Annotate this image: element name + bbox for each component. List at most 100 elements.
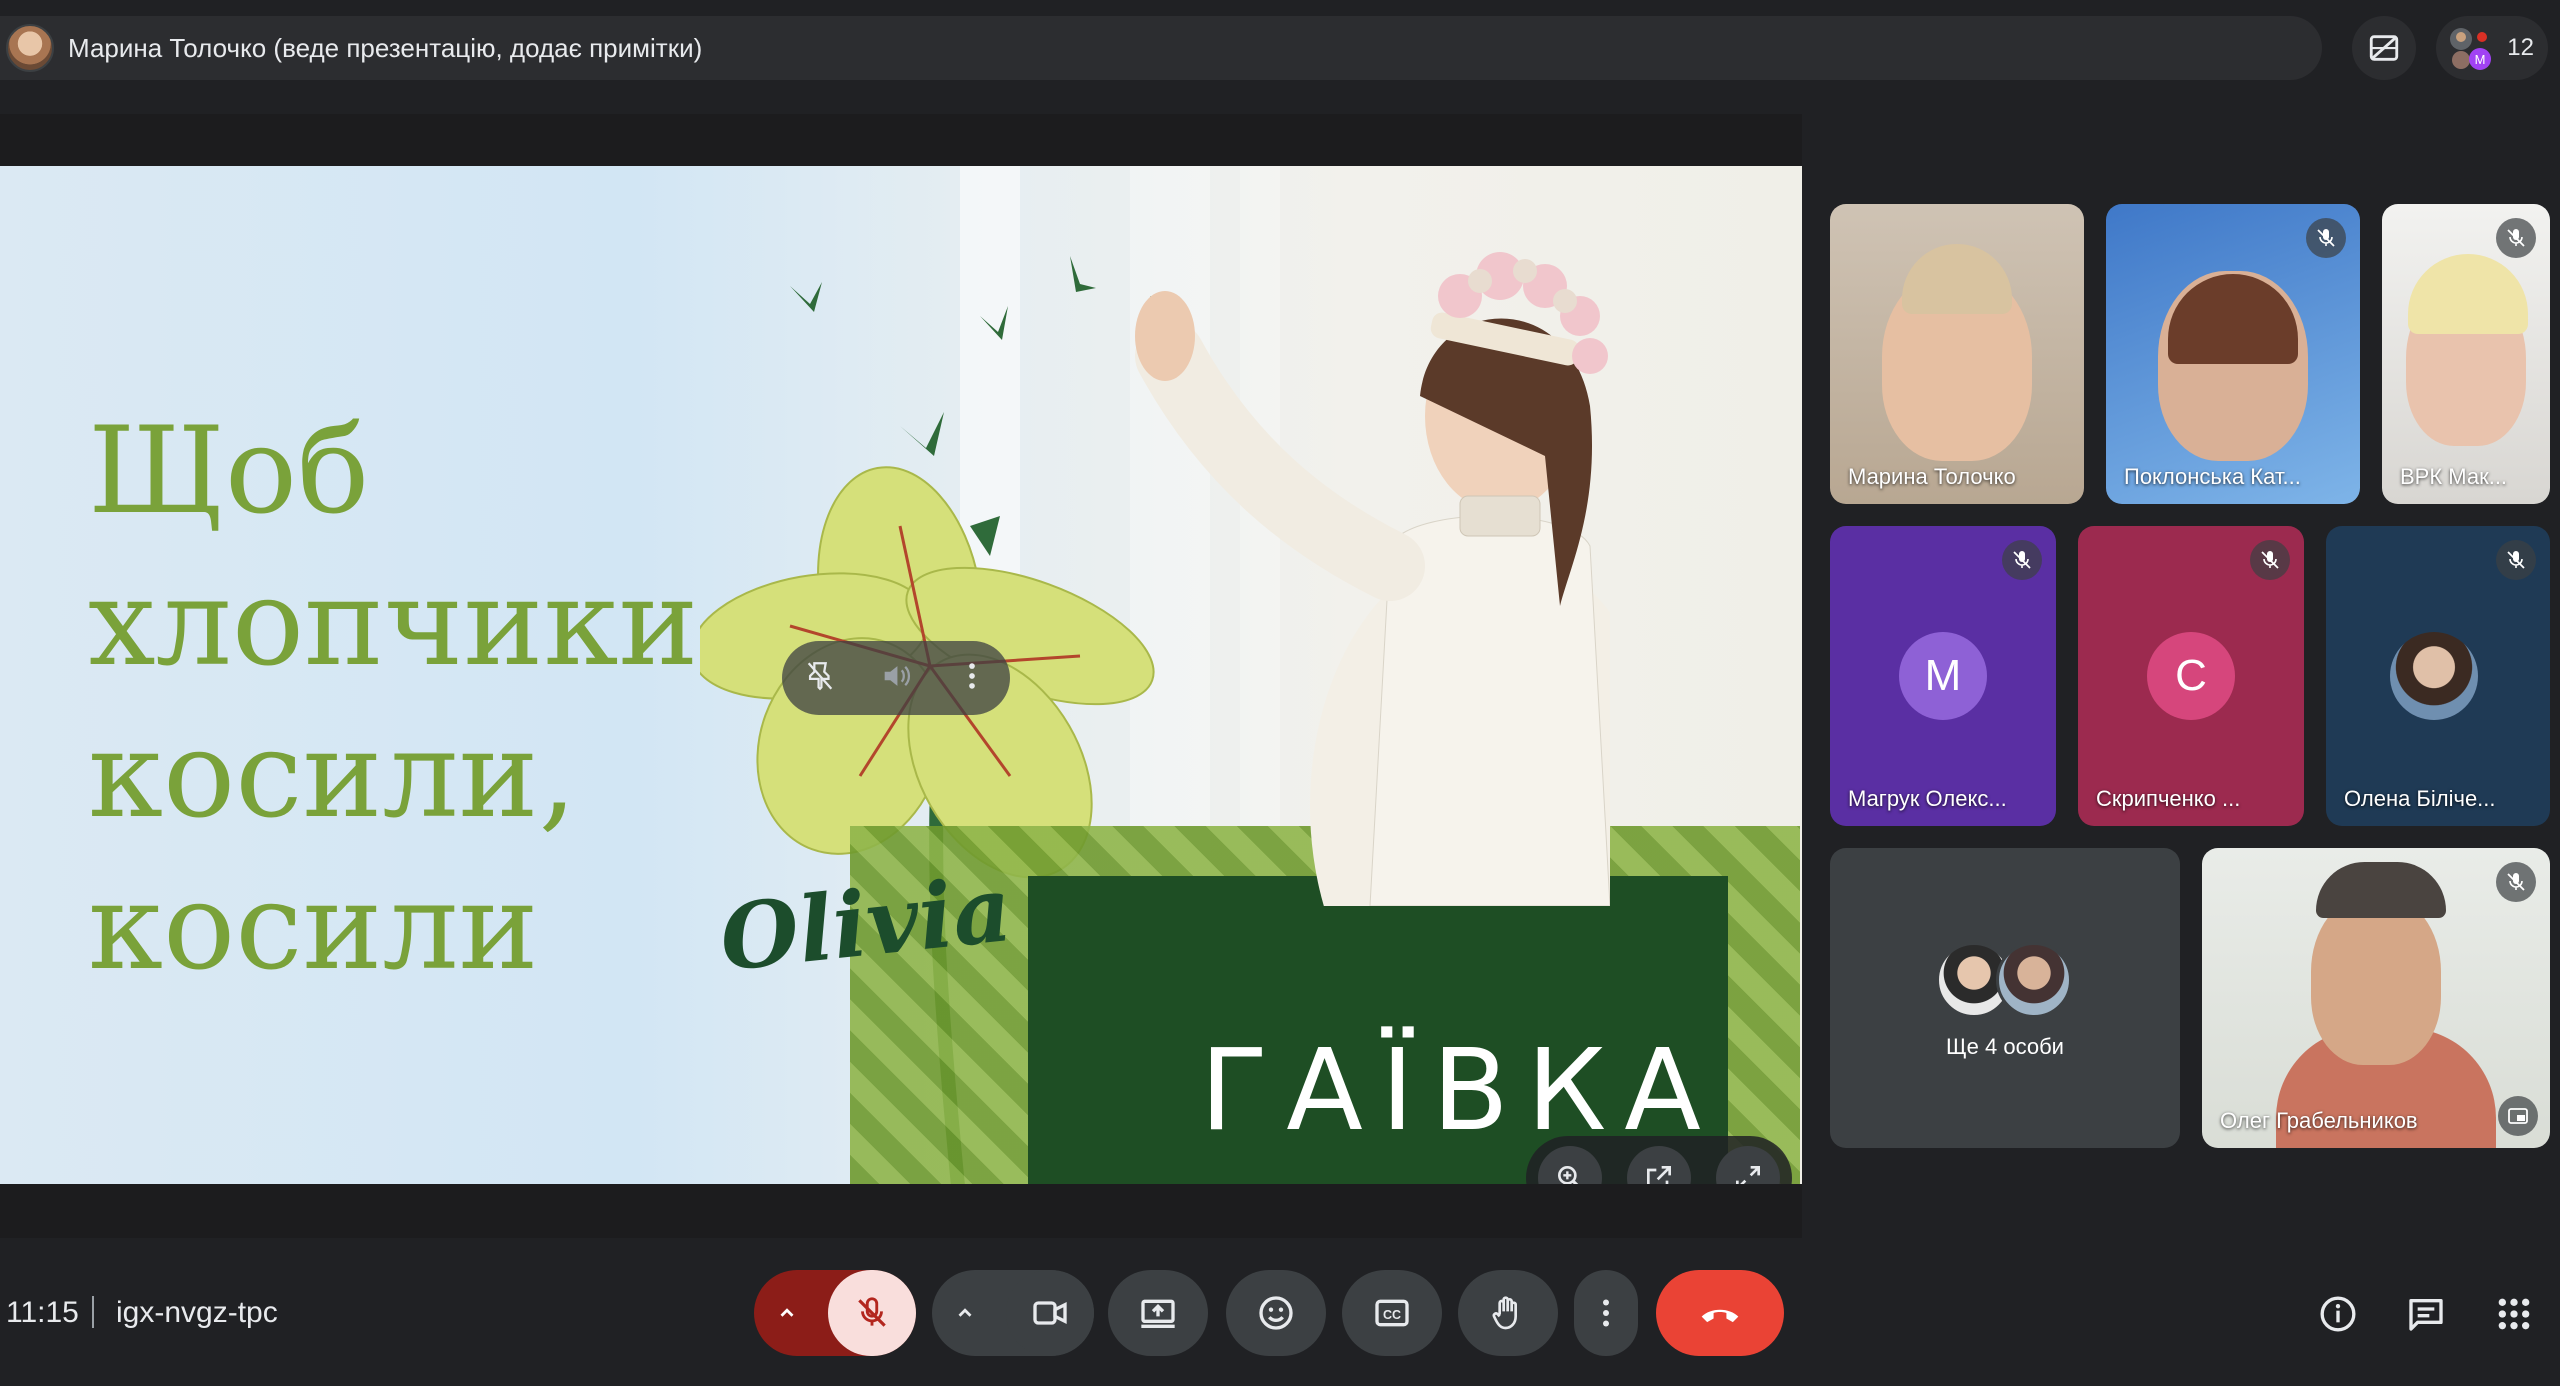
participants-button[interactable]: M 12 <box>2436 16 2548 80</box>
camera-control-group <box>932 1270 1094 1356</box>
pop-out-button[interactable] <box>1626 1146 1691 1184</box>
video-options-button[interactable] <box>932 1302 998 1324</box>
mic-toggle-button[interactable] <box>828 1270 916 1356</box>
girl-illustration <box>1135 252 1610 906</box>
zoom-in-icon <box>1558 1166 1579 1184</box>
volume-icon <box>884 665 911 686</box>
participant-name: Марина Толочко <box>1848 464 2016 489</box>
slide-line: косили <box>88 858 539 997</box>
participant-hair <box>2408 254 2528 334</box>
slide-line: косили, <box>88 706 577 845</box>
mic-off-icon <box>2507 551 2525 569</box>
chat-button[interactable] <box>2394 1282 2458 1346</box>
participants-count: 12 <box>2507 34 2534 61</box>
participant-tile[interactable]: Олена Біліче... <box>2326 526 2550 826</box>
present-icon <box>1141 1299 1175 1328</box>
pin-off-icon <box>807 661 833 690</box>
participant-hair <box>2316 862 2446 918</box>
camera-toggle-button[interactable] <box>1006 1270 1094 1356</box>
pop-out-icon <box>1646 1166 1671 1184</box>
chevron-up-icon <box>780 1308 794 1317</box>
meeting-details-button[interactable] <box>2306 1282 2370 1346</box>
more-vert-icon <box>969 662 975 689</box>
more-participants-label: Ще 4 особи <box>1946 1034 2064 1059</box>
muted-indicator <box>2002 540 2042 580</box>
participant-tile[interactable]: С Скрипченко ... <box>2078 526 2304 826</box>
raise-hand-icon <box>1492 1296 1517 1330</box>
zoom-button[interactable] <box>1538 1146 1603 1184</box>
hide-tiles-button[interactable] <box>2352 16 2416 80</box>
info-icon <box>2320 1296 2356 1332</box>
captions-icon: CC <box>1375 1299 1409 1327</box>
participant-avatar: М <box>1899 632 1987 720</box>
presenter-text: Марина Толочко (веде презентацію, додає … <box>68 32 703 63</box>
participant-name: Магрук Олекс... <box>1848 786 2007 811</box>
participant-name: Олег Грабельников <box>2220 1108 2418 1133</box>
picture-in-picture-icon <box>2508 1108 2528 1124</box>
participant-hair <box>1902 244 2012 314</box>
fullscreen-icon <box>1735 1166 1760 1184</box>
reactions-button[interactable] <box>1226 1270 1326 1356</box>
participant-name: Олена Біліче... <box>2344 786 2496 811</box>
muted-indicator <box>2250 540 2290 580</box>
slide-line: хлопчики <box>88 554 699 693</box>
more-vert-icon <box>1603 1299 1609 1327</box>
participant-name: Поклонська Кат... <box>2124 464 2301 489</box>
muted-indicator <box>2496 862 2536 902</box>
svg-text:M: M <box>2475 52 2486 67</box>
presentation-tools <box>1526 1136 1792 1184</box>
more-options-button[interactable] <box>1574 1270 1638 1356</box>
mic-off-icon <box>2013 551 2031 569</box>
more-participants-tile[interactable]: Ще 4 особи <box>1830 848 2180 1148</box>
audio-options-button[interactable] <box>754 1302 820 1324</box>
captions-button[interactable]: CC <box>1342 1270 1442 1356</box>
mic-off-icon <box>858 1297 886 1327</box>
fullscreen-button[interactable] <box>1715 1146 1780 1184</box>
meeting-time: 11:15 <box>6 1296 79 1329</box>
participant-avatar <box>2390 632 2478 720</box>
participant-avatar <box>1996 942 2072 1018</box>
participant-tile[interactable]: Марина Толочко <box>1830 204 2084 504</box>
mic-off-icon <box>2261 551 2279 569</box>
meeting-code: igx-nvgz-tpc <box>116 1296 278 1329</box>
presentation-slide: Щоб хлопчики косили, косили Olivia ГАЇВК… <box>0 166 1802 1184</box>
hide-tiles-icon <box>2369 35 2399 61</box>
participant-tile[interactable]: Поклонська Кат... <box>2106 204 2360 504</box>
muted-indicator <box>2496 540 2536 580</box>
leave-call-button[interactable] <box>1656 1270 1784 1356</box>
participant-name: ВРК Мак... <box>2400 464 2508 489</box>
slide-line: Щоб <box>88 402 370 541</box>
svg-text:CC: CC <box>1383 1308 1401 1322</box>
window-edge <box>0 1386 2560 1393</box>
camera-icon <box>1033 1301 1067 1325</box>
presenter-bar: Марина Толочко (веде презентацію, додає … <box>0 16 2322 80</box>
slide-poem: Щоб хлопчики косили, косили <box>88 396 698 1004</box>
end-call-icon <box>1701 1309 1739 1323</box>
participant-tile[interactable]: ВРК Мак... <box>2382 204 2550 504</box>
present-button[interactable] <box>1108 1270 1208 1356</box>
tile-more-button[interactable] <box>955 659 989 698</box>
muted-indicator <box>2496 218 2536 258</box>
presenter-avatar <box>6 24 54 72</box>
mic-off-icon <box>2507 229 2525 247</box>
participant-tile[interactable]: М Магрук Олекс... <box>1830 526 2056 826</box>
muted-indicator <box>2306 218 2346 258</box>
mic-control-group <box>754 1270 916 1356</box>
pip-button[interactable] <box>2498 1096 2538 1136</box>
unpin-button[interactable] <box>803 659 837 698</box>
participant-name: Скрипченко ... <box>2096 786 2241 811</box>
mic-off-icon <box>2317 229 2335 247</box>
activities-button[interactable] <box>2482 1282 2546 1346</box>
chevron-up-icon <box>958 1308 972 1317</box>
tile-overlay-controls <box>782 641 1010 715</box>
mic-off-icon <box>2507 873 2525 891</box>
volume-button[interactable] <box>879 659 913 698</box>
participant-tile[interactable]: Олег Грабельников <box>2202 848 2550 1148</box>
divider <box>92 1296 94 1328</box>
emoji-icon <box>1259 1296 1293 1330</box>
chat-icon <box>2409 1299 2443 1331</box>
raise-hand-button[interactable] <box>1458 1270 1558 1356</box>
activities-icon <box>2498 1298 2530 1330</box>
participant-video <box>2311 895 2441 1065</box>
people-icon: M <box>2450 28 2491 70</box>
